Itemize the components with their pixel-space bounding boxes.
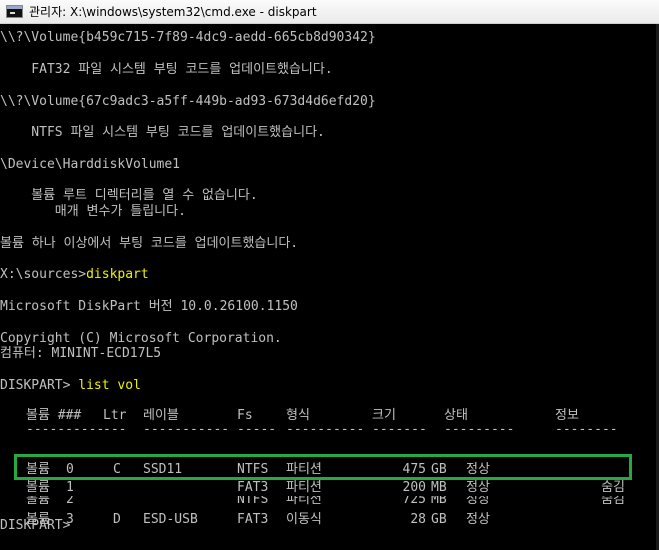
cell-state: 정상 <box>466 480 490 495</box>
cell-ltr: D <box>113 512 121 527</box>
sep-type: ---------- <box>286 422 365 437</box>
cell-type: 이동식 <box>286 512 322 527</box>
cell-unit: GB <box>431 462 447 477</box>
cell-info: 숨김 <box>601 480 625 495</box>
typed-command: list vol <box>78 378 141 393</box>
cell-fs: FAT3 <box>237 480 269 495</box>
cell-size: 475 <box>402 462 426 477</box>
window-title: 관리자: X:\windows\system32\cmd.exe - diskp… <box>29 5 317 19</box>
sep-ltr: --- <box>103 422 127 437</box>
table-row: 볼륨 3 D ESD-USB FAT3 이동식 28 GB 정상 <box>0 512 659 528</box>
console-line: 볼륨 루트 디렉터리를 열 수 없습니다. <box>0 188 258 203</box>
cell-ltr: C <box>113 462 121 477</box>
table-row: 볼륨 0 C SSD11 NTFS 파티션 475 GB 정상 <box>0 462 659 478</box>
prompt-text: DISKPART> <box>0 378 79 393</box>
table-separator-row: ---------- --- ----------- ----- -------… <box>0 422 659 438</box>
console-line: 매개 변수가 틀립니다. <box>0 204 186 219</box>
console-line: 볼륨 하나 이상에서 부팅 코드를 업데이트했습니다. <box>0 236 299 251</box>
cell-volume: 볼륨 <box>26 462 50 477</box>
cell-fs: NTFS <box>237 462 269 477</box>
cell-type: 파티션 <box>286 462 322 477</box>
sep-fs: ----- <box>237 422 277 437</box>
cell-label: SSD11 <box>143 462 183 477</box>
cell-unit: MB <box>431 480 447 495</box>
console-line: Microsoft DiskPart 버전 10.0.26100.1150 <box>0 299 298 314</box>
cell-state: 정상 <box>466 462 490 477</box>
typed-command: diskpart <box>86 267 149 282</box>
sep-state: --------- <box>444 422 515 437</box>
console-output[interactable]: \\?\Volume{b459c715-7f89-4dc9-aedd-665cb… <box>0 24 659 550</box>
cell-state: 정상 <box>466 512 490 527</box>
table-row-highlighted: 볼륨 1 FAT3 파티션 200 MB 정상 숨김 <box>0 480 659 496</box>
diskpart-prompt-line: DISKPART> <box>0 518 71 533</box>
console-line: FAT32 파일 시스템 부팅 코드를 업데이트했습니다. <box>0 62 333 77</box>
console-line: \\?\Volume{67c9adc3-a5ff-449b-ad93-673d4… <box>0 94 376 109</box>
sep-label: ----------- <box>143 422 230 437</box>
window-titlebar[interactable]: 관리자: X:\windows\system32\cmd.exe - diskp… <box>0 0 659 24</box>
sep-info: -------- <box>555 422 618 437</box>
cell-size: 200 <box>402 480 426 495</box>
diskpart-prompt-line: DISKPART> list vol <box>0 378 141 394</box>
cell-volume-number: 1 <box>66 480 74 495</box>
cell-type: 파티션 <box>286 480 322 495</box>
console-line: \Device\HarddiskVolume1 <box>0 157 181 172</box>
sep-size: ------- <box>372 422 427 437</box>
prompt-text: X:\sources> <box>0 267 87 282</box>
cell-label: ESD-USB <box>143 512 198 527</box>
sep-volume: ---------- <box>26 422 105 437</box>
console-line: Copyright (C) Microsoft Corporation. <box>0 331 282 346</box>
console-line: NTFS 파일 시스템 부팅 코드를 업데이트했습니다. <box>0 125 325 140</box>
console-line: \\?\Volume{b459c715-7f89-4dc9-aedd-665cb… <box>0 30 376 45</box>
cell-volume: 볼륨 <box>26 480 50 495</box>
cell-volume-number: 0 <box>66 462 74 477</box>
cell-unit: GB <box>431 512 447 527</box>
command-prompt-line: X:\sources>diskpart <box>0 267 149 283</box>
cell-size: 28 <box>410 512 426 527</box>
cell-fs: FAT3 <box>237 512 269 527</box>
cmd-app-icon <box>6 5 23 18</box>
console-line: 컴퓨터: MININT-ECD17L5 <box>0 346 162 361</box>
